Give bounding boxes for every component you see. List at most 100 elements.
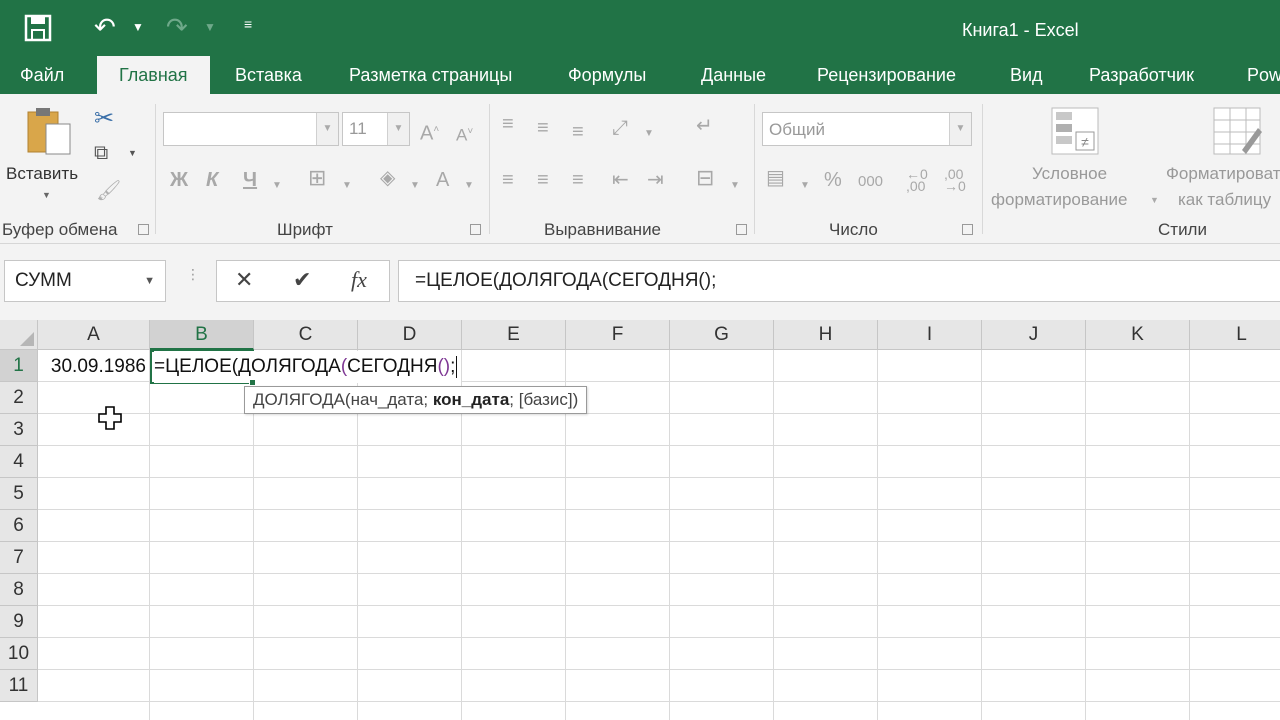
- paste-icon[interactable]: [24, 106, 74, 156]
- increase-decimal-icon[interactable]: ←0,00: [906, 167, 928, 193]
- row-header-3[interactable]: 3: [0, 414, 38, 446]
- column-header-f[interactable]: F: [566, 320, 670, 350]
- column-header-j[interactable]: J: [982, 320, 1086, 350]
- column-header-l[interactable]: L: [1190, 320, 1280, 350]
- align-right-icon[interactable]: ≡: [572, 170, 584, 190]
- format-painter-icon[interactable]: 🖌: [96, 178, 121, 203]
- row-header-8[interactable]: 8: [0, 574, 38, 606]
- tab-data[interactable]: Данные: [701, 56, 766, 94]
- decrease-font-icon[interactable]: A˅: [456, 122, 473, 146]
- save-icon[interactable]: [24, 14, 52, 42]
- tab-power[interactable]: Pow: [1247, 56, 1280, 94]
- column-header-d[interactable]: D: [358, 320, 462, 350]
- increase-font-icon[interactable]: A˄: [420, 120, 439, 144]
- copy-icon[interactable]: ⧉: [94, 142, 108, 165]
- row-header-4[interactable]: 4: [0, 446, 38, 478]
- formula-input[interactable]: =ЦЕЛОЕ(ДОЛЯГОДА(СЕГОДНЯ();: [398, 260, 1280, 302]
- format-as-table-icon[interactable]: [1212, 106, 1262, 156]
- column-header-b[interactable]: B: [150, 320, 254, 350]
- number-format-combo[interactable]: Общий ▼: [762, 112, 972, 146]
- tab-page-layout[interactable]: Разметка страницы: [349, 56, 512, 94]
- cut-icon[interactable]: ✂: [94, 104, 114, 133]
- currency-format-icon[interactable]: ▤: [766, 168, 785, 188]
- font-color-dropdown-icon[interactable]: ▼: [464, 176, 474, 196]
- italic-button[interactable]: К: [206, 170, 218, 190]
- conditional-formatting-label-2[interactable]: форматирование: [991, 190, 1128, 210]
- tab-insert[interactable]: Вставка: [235, 56, 302, 94]
- select-all-button[interactable]: [0, 320, 38, 350]
- orientation-dropdown-icon[interactable]: ▼: [644, 124, 654, 144]
- column-header-k[interactable]: K: [1086, 320, 1190, 350]
- number-launcher-icon[interactable]: [962, 224, 973, 235]
- chevron-down-icon[interactable]: ▼: [144, 275, 155, 287]
- decrease-indent-icon[interactable]: ⇤: [612, 170, 629, 190]
- align-bottom-icon[interactable]: ≡: [572, 122, 584, 142]
- format-as-table-label-2[interactable]: как таблицу: [1178, 190, 1271, 210]
- tab-file[interactable]: Файл: [20, 56, 64, 94]
- thousands-separator-button[interactable]: 000: [858, 172, 883, 192]
- tab-review[interactable]: Рецензирование: [817, 56, 956, 94]
- conditional-formatting-icon[interactable]: ≠: [1050, 106, 1100, 156]
- cell-b1-editing-text[interactable]: =ЦЕЛОЕ(ДОЛЯГОДА(СЕГОДНЯ();: [154, 351, 462, 383]
- fill-color-dropdown-icon[interactable]: ▼: [410, 176, 420, 196]
- format-as-table-button[interactable]: Форматировать: [1166, 164, 1280, 184]
- borders-dropdown-icon[interactable]: ▼: [342, 176, 352, 196]
- conditional-formatting-button[interactable]: Условное: [1032, 164, 1107, 184]
- row-header-9[interactable]: 9: [0, 606, 38, 638]
- copy-dropdown-icon[interactable]: ▼: [128, 148, 137, 158]
- align-center-icon[interactable]: ≡: [537, 170, 549, 190]
- tab-home[interactable]: Главная: [97, 56, 210, 96]
- alignment-launcher-icon[interactable]: [736, 224, 747, 235]
- column-header-e[interactable]: E: [462, 320, 566, 350]
- align-middle-icon[interactable]: ≡: [537, 118, 549, 138]
- wrap-text-icon[interactable]: ↵: [696, 116, 713, 136]
- column-header-c[interactable]: C: [254, 320, 358, 350]
- cell-a1[interactable]: 30.09.1986: [40, 351, 148, 383]
- percent-button[interactable]: %: [824, 170, 842, 190]
- cancel-icon[interactable]: ✕: [235, 267, 253, 293]
- font-launcher-icon[interactable]: [470, 224, 481, 235]
- name-box[interactable]: СУММ ▼: [4, 260, 166, 302]
- column-header-i[interactable]: I: [878, 320, 982, 350]
- increase-indent-icon[interactable]: ⇥: [647, 170, 664, 190]
- row-header-6[interactable]: 6: [0, 510, 38, 542]
- column-header-a[interactable]: A: [38, 320, 150, 350]
- decrease-decimal-icon[interactable]: ,00 →0: [944, 167, 966, 193]
- underline-dropdown-icon[interactable]: ▼: [272, 176, 282, 196]
- currency-dropdown-icon[interactable]: ▼: [800, 176, 810, 196]
- fill-color-icon[interactable]: ◈: [380, 168, 395, 188]
- borders-icon[interactable]: ⊞: [308, 167, 326, 189]
- resize-handle-icon[interactable]: ⋮: [186, 267, 200, 281]
- bold-button[interactable]: Ж: [170, 170, 188, 190]
- underline-button[interactable]: Ч: [243, 170, 257, 190]
- customize-qat-icon[interactable]: ≡: [244, 16, 252, 32]
- tab-view[interactable]: Вид: [1010, 56, 1043, 94]
- row-header-2[interactable]: 2: [0, 382, 38, 414]
- fill-handle[interactable]: [249, 379, 256, 386]
- paste-button[interactable]: Вставить: [6, 164, 78, 184]
- enter-icon[interactable]: ✔: [293, 267, 311, 293]
- orientation-icon[interactable]: ⤢: [612, 118, 628, 138]
- tooltip-function-link[interactable]: ДОЛЯГОДА(: [253, 390, 351, 409]
- row-header-5[interactable]: 5: [0, 478, 38, 510]
- row-header-10[interactable]: 10: [0, 638, 38, 670]
- align-top-icon[interactable]: ≡: [502, 114, 514, 134]
- conditional-dropdown-icon[interactable]: ▼: [1150, 195, 1159, 205]
- paste-dropdown-icon[interactable]: ▼: [42, 190, 51, 200]
- insert-function-icon[interactable]: fx: [351, 267, 367, 293]
- row-header-7[interactable]: 7: [0, 542, 38, 574]
- merge-dropdown-icon[interactable]: ▼: [730, 176, 740, 196]
- align-left-icon[interactable]: ≡: [502, 170, 514, 190]
- undo-dropdown-icon[interactable]: ▼: [132, 20, 144, 34]
- spreadsheet-grid[interactable]: ABCDEFGHIJKL 1 2 3 4 5 6 7 8 9 10 11 30.09.1986 =Ц…: [0, 320, 1280, 720]
- tab-developer[interactable]: Разработчик: [1089, 56, 1194, 94]
- clipboard-launcher-icon[interactable]: [138, 224, 149, 235]
- column-header-g[interactable]: G: [670, 320, 774, 350]
- undo-icon[interactable]: ↶: [94, 14, 116, 40]
- tab-formulas[interactable]: Формулы: [568, 56, 646, 94]
- font-size-combo[interactable]: 11 ▼: [342, 112, 410, 146]
- merge-cells-icon[interactable]: ⊟: [696, 167, 714, 189]
- font-name-combo[interactable]: ▼: [163, 112, 339, 146]
- column-header-h[interactable]: H: [774, 320, 878, 350]
- font-color-button[interactable]: A: [436, 170, 449, 190]
